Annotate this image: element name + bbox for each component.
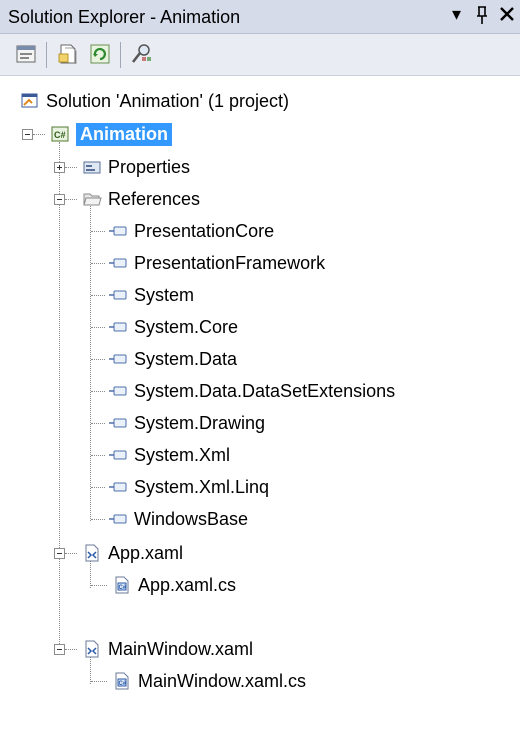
- close-icon[interactable]: [499, 6, 515, 27]
- xaml-file-icon: [85, 640, 99, 658]
- tree-item-reference[interactable]: System.Data.DataSetExtensions: [108, 376, 395, 406]
- tree-line: [91, 423, 105, 424]
- open-folder-icon: [83, 193, 102, 206]
- toolbar: [0, 34, 520, 76]
- tree-item-label: MainWindow.xaml: [108, 638, 254, 659]
- expand-toggle[interactable]: [54, 162, 65, 173]
- tree-line: [65, 553, 77, 554]
- reference-icon: [109, 354, 127, 364]
- panel-title: Solution Explorer - Animation: [8, 7, 241, 27]
- tree-item-solution[interactable]: Solution 'Animation' (1 project): [20, 86, 289, 116]
- window-position-dropdown-icon[interactable]: ▾: [452, 4, 461, 25]
- tree-line: [91, 681, 107, 682]
- reference-icon: [109, 290, 127, 300]
- tree-line: [91, 327, 105, 328]
- tree-item-label: Animation: [76, 122, 172, 146]
- tree-item-reference[interactable]: System.Xml: [108, 440, 230, 470]
- tree-item-properties[interactable]: Properties: [82, 152, 190, 182]
- tree-item-reference[interactable]: System.Core: [108, 312, 238, 342]
- tree-item-reference[interactable]: System.Data: [108, 344, 237, 374]
- toolbar-separator: [46, 42, 47, 68]
- tree-line: [91, 391, 105, 392]
- solution-tree: Solution 'Animation' (1 project) C# Anim…: [0, 76, 520, 749]
- svg-text:C#: C#: [119, 681, 127, 687]
- class-view-icon[interactable]: [130, 42, 154, 66]
- tree-item-label: References: [108, 188, 201, 209]
- cs-code-file-icon: C#: [115, 576, 129, 594]
- tree-item-label: System.Xml.Linq: [134, 476, 270, 497]
- toolbar-separator: [120, 42, 121, 68]
- tree-item-reference[interactable]: WindowsBase: [108, 504, 248, 534]
- tree-item-label: System: [134, 284, 195, 305]
- tree-line: [91, 359, 105, 360]
- tree-item-app-xaml[interactable]: App.xaml: [82, 538, 183, 568]
- tree-line: [65, 199, 77, 200]
- tree-item-reference[interactable]: System: [108, 280, 194, 310]
- tree-item-mainwindow-xaml-cs[interactable]: C# MainWindow.xaml.cs: [112, 666, 306, 696]
- tree-item-label: System.Xml: [134, 444, 231, 465]
- title-bar: Solution Explorer - Animation ▾: [0, 0, 520, 34]
- tree-item-reference[interactable]: System.Drawing: [108, 408, 265, 438]
- reference-icon: [109, 514, 127, 524]
- properties-icon[interactable]: [14, 42, 38, 66]
- collapse-toggle[interactable]: [22, 129, 33, 140]
- cs-code-file-icon: C#: [115, 672, 129, 690]
- svg-text:C#: C#: [54, 130, 66, 140]
- tree-line: [59, 142, 60, 648]
- tree-item-label: System.Data: [134, 348, 238, 369]
- svg-text:C#: C#: [119, 585, 127, 591]
- properties-folder-icon: [83, 161, 101, 174]
- reference-icon: [109, 258, 127, 268]
- tree-item-label: PresentationCore: [134, 220, 275, 241]
- collapse-toggle[interactable]: [54, 644, 65, 655]
- reference-icon: [109, 386, 127, 396]
- tree-item-label: System.Data.DataSetExtensions: [134, 380, 396, 401]
- tree-item-label: Properties: [108, 156, 191, 177]
- tree-item-references[interactable]: References: [82, 184, 200, 214]
- reference-icon: [109, 450, 127, 460]
- tree-item-reference[interactable]: System.Xml.Linq: [108, 472, 269, 502]
- collapse-toggle[interactable]: [54, 548, 65, 559]
- tree-item-label: System.Core: [134, 316, 239, 337]
- tree-item-label: App.xaml.cs: [138, 574, 237, 595]
- tree-line: [33, 134, 45, 135]
- tree-item-label: MainWindow.xaml.cs: [138, 670, 307, 691]
- tree-line: [91, 231, 105, 232]
- tree-item-mainwindow-xaml[interactable]: MainWindow.xaml: [82, 634, 253, 664]
- tree-item-reference[interactable]: PresentationFramework: [108, 248, 325, 278]
- tree-line: [91, 585, 107, 586]
- tree-line: [65, 167, 77, 168]
- csharp-project-icon: C#: [51, 126, 69, 142]
- reference-icon: [109, 418, 127, 428]
- tree-item-app-xaml-cs[interactable]: C# App.xaml.cs: [112, 570, 236, 600]
- tree-item-label: App.xaml: [108, 542, 184, 563]
- tree-item-project[interactable]: C# Animation: [50, 119, 172, 149]
- tree-item-label: WindowsBase: [134, 508, 249, 529]
- collapse-toggle[interactable]: [54, 194, 65, 205]
- tree-item-label: Solution 'Animation' (1 project): [46, 90, 289, 111]
- reference-icon: [109, 322, 127, 332]
- pin-icon[interactable]: [474, 5, 490, 30]
- tree-item-label: PresentationFramework: [134, 252, 326, 273]
- reference-icon: [109, 226, 127, 236]
- tree-line: [91, 487, 105, 488]
- tree-item-label: System.Drawing: [134, 412, 266, 433]
- refresh-icon[interactable]: [88, 42, 112, 66]
- tree-line: [90, 206, 91, 521]
- tree-line: [65, 649, 77, 650]
- xaml-file-icon: [85, 544, 99, 562]
- tree-item-reference[interactable]: PresentationCore: [108, 216, 274, 246]
- solution-icon: [21, 93, 38, 108]
- show-all-files-icon[interactable]: [56, 42, 80, 66]
- tree-line: [91, 455, 105, 456]
- reference-icon: [109, 482, 127, 492]
- tree-line: [91, 519, 105, 520]
- tree-line: [91, 263, 105, 264]
- tree-line: [91, 295, 105, 296]
